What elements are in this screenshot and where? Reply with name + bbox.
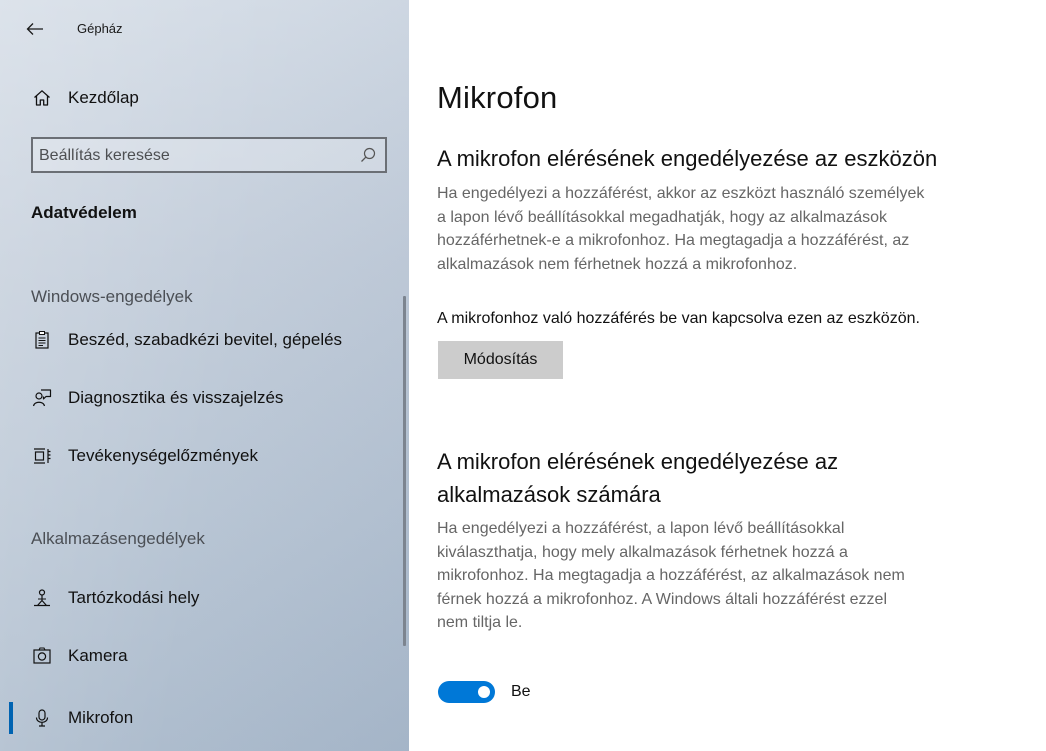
- description-line: hozzáférhetnek-e a mikrofonhoz. Ha megta…: [437, 232, 910, 249]
- heading-line: alkalmazások számára: [437, 482, 661, 507]
- group-heading-windows-permissions: Windows-engedélyek: [31, 287, 193, 306]
- content-pane: Mikrofon A mikrofon elérésének engedélye…: [409, 0, 1046, 751]
- search-input[interactable]: [33, 139, 351, 173]
- speech-notepad-icon: [31, 329, 53, 351]
- sidebar-item-location-label: Tartózkodási hely: [68, 588, 200, 607]
- category-title: Adatvédelem: [31, 203, 137, 222]
- window-title: Gépház: [77, 21, 123, 36]
- home-icon: [31, 87, 53, 109]
- description-line: alkalmazások nem férhetnek hozzá a mikro…: [437, 255, 798, 273]
- sidebar-item-speech[interactable]: Beszéd, szabadkézi bevitel, gépelés: [0, 318, 400, 362]
- sidebar: Gépház Kezdőlap Adatvédelem Windows-enge…: [0, 0, 409, 751]
- heading-line: A mikrofon elérésének engedélyezése az: [437, 449, 839, 474]
- sidebar-item-home-label: Kezdőlap: [68, 88, 139, 107]
- app-access-toggle[interactable]: [438, 681, 495, 703]
- sidebar-item-diagnostics-label: Diagnosztika és visszajelzés: [68, 388, 284, 407]
- toggle-state-label: Be: [511, 683, 531, 700]
- change-button[interactable]: Módosítás: [438, 341, 563, 379]
- search-icon[interactable]: [359, 146, 377, 164]
- sidebar-scrollbar[interactable]: [403, 296, 406, 646]
- device-access-status: A mikrofonhoz való hozzáférés be van kap…: [437, 310, 920, 327]
- sidebar-item-microphone[interactable]: Mikrofon: [0, 696, 400, 740]
- description-line: férnek hozzá a mikrofonhoz. A Windows ál…: [437, 590, 887, 608]
- sidebar-item-activity-label: Tevékenységelőzmények: [68, 446, 258, 465]
- sidebar-item-activity[interactable]: Tevékenységelőzmények: [0, 434, 400, 478]
- section-apps-description: Ha engedélyezi a hozzáférést, a lapon lé…: [437, 517, 1017, 635]
- description-line: mikrofonhoz. Ha megtagadja a hozzáférést…: [437, 567, 905, 584]
- camera-icon: [31, 645, 53, 667]
- description-line: Ha engedélyezi a hozzáférést, a lapon lé…: [437, 520, 845, 537]
- feedback-person-icon: [31, 387, 53, 409]
- group-heading-app-permissions: Alkalmazásengedélyek: [31, 529, 205, 548]
- section-apps-heading: A mikrofon elérésének engedélyezése az a…: [437, 445, 1027, 511]
- sidebar-item-camera-label: Kamera: [68, 646, 128, 665]
- description-line: kiválaszthatja, hogy mely alkalmazások f…: [437, 543, 848, 561]
- section-device-description: Ha engedélyezi a hozzáférést, akkor az e…: [437, 182, 1017, 276]
- description-line: Ha engedélyezi a hozzáférést, akkor az e…: [437, 185, 925, 202]
- sidebar-item-location[interactable]: Tartózkodási hely: [0, 576, 400, 620]
- location-person-icon: [31, 587, 53, 609]
- sidebar-item-camera[interactable]: Kamera: [0, 634, 400, 678]
- description-line: nem tiltja le.: [437, 614, 523, 631]
- settings-search-box[interactable]: [31, 137, 387, 173]
- microphone-icon: [31, 707, 53, 729]
- timeline-icon: [31, 445, 53, 467]
- toggle-knob: [478, 686, 490, 698]
- section-device-heading: A mikrofon elérésének engedélyezése az e…: [437, 146, 938, 171]
- back-arrow-icon[interactable]: [24, 18, 46, 40]
- sidebar-item-speech-label: Beszéd, szabadkézi bevitel, gépelés: [68, 330, 343, 349]
- sidebar-item-microphone-label: Mikrofon: [68, 708, 134, 727]
- description-line: a lapon lévő beállításokkal megadhatják,…: [437, 208, 888, 226]
- sidebar-item-diagnostics[interactable]: Diagnosztika és visszajelzés: [0, 376, 400, 420]
- page-title: Mikrofon: [437, 80, 558, 115]
- sidebar-item-home[interactable]: Kezdőlap: [0, 76, 400, 120]
